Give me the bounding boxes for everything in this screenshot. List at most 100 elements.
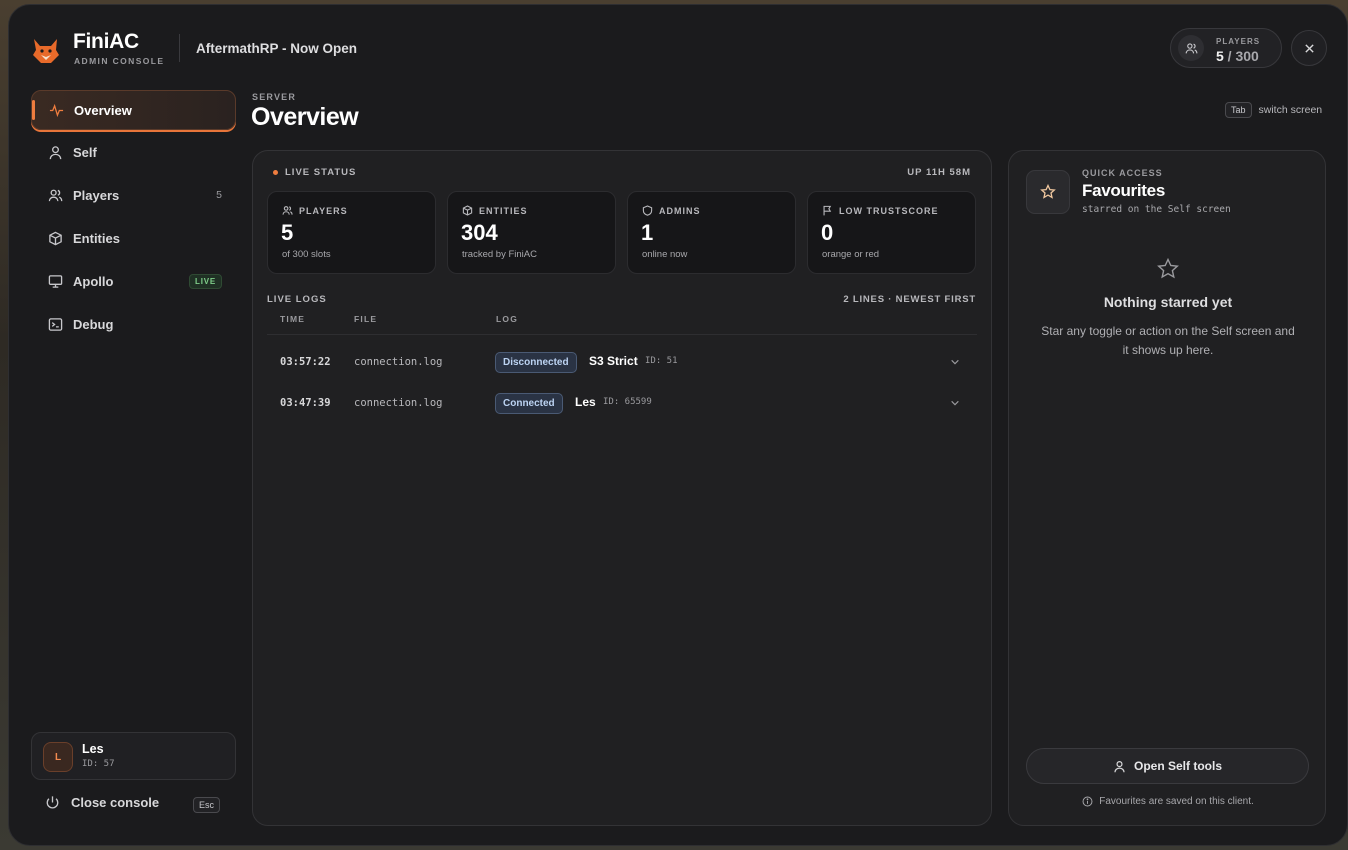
column-header-file: FILE (354, 314, 378, 324)
favourites-eyebrow: QUICK ACCESS (1082, 168, 1163, 178)
log-player-id: ID: 65599 (603, 397, 652, 407)
live-logs-meta: 2 LINES · NEWEST FIRST (843, 294, 976, 305)
favourites-panel: QUICK ACCESS Favourites starred on the S… (1008, 150, 1326, 826)
stat-value: 0 (821, 220, 834, 245)
log-player-name: Les (575, 395, 596, 409)
chevron-down-icon[interactable] (949, 356, 961, 368)
current-user-card: L Les ID: 57 (31, 732, 236, 780)
tab-key: Tab (1225, 102, 1252, 118)
players-count-pill: PLAYERS 5 / 300 (1170, 28, 1282, 68)
open-self-tools-label: Open Self tools (1133, 759, 1222, 773)
log-file: connection.log (354, 356, 443, 368)
esc-key-hint: Esc (193, 797, 221, 813)
logs-table-header: TIME FILE LOG (267, 311, 977, 335)
pulse-icon (48, 102, 64, 118)
log-player-name: S3 Strict (589, 354, 638, 368)
stat-subtext: online now (642, 249, 688, 260)
favourites-footer: Favourites are saved on this client. (1009, 796, 1327, 807)
players-max: / 300 (1223, 48, 1259, 64)
stat-value: 5 (281, 220, 294, 245)
star-icon (1026, 170, 1070, 214)
user-icon (47, 144, 63, 160)
sidebar-item-label: Players (73, 187, 120, 203)
info-icon (1082, 796, 1093, 807)
fox-logo-icon (33, 39, 59, 63)
sidebar-item-entities[interactable]: Entities (31, 218, 236, 258)
live-status-header: LIVE STATUS (273, 167, 356, 178)
log-status-badge: Connected (495, 393, 563, 414)
shield-icon (642, 205, 653, 216)
chevron-down-icon[interactable] (949, 397, 961, 409)
sidebar-item-label: Entities (73, 230, 120, 246)
stat-card-admins: ADMINS 1 online now (627, 191, 796, 274)
user-icon (1114, 760, 1125, 772)
log-status-badge: Disconnected (495, 352, 577, 373)
players-count-badge: 5 (216, 189, 222, 201)
sidebar-item-overview[interactable]: Overview (31, 90, 236, 130)
stat-subtext: of 300 slots (282, 249, 331, 260)
players-pill-value: 5 / 300 (1216, 48, 1259, 64)
empty-star-icon (1157, 257, 1179, 279)
section-eyebrow: SERVER (252, 92, 297, 102)
stat-value: 1 (641, 220, 654, 245)
sidebar-item-label: Self (73, 144, 97, 160)
stat-label: ENTITIES (479, 205, 528, 216)
stat-subtext: orange or red (822, 249, 880, 260)
favourites-title: Favourites (1082, 181, 1165, 200)
avatar: L (43, 742, 73, 772)
page-title: Overview (251, 103, 359, 131)
stat-card-low-trustscore: LOW TRUSTSCORE 0 orange or red (807, 191, 976, 274)
stat-value: 304 (461, 220, 498, 245)
close-button[interactable] (1291, 30, 1327, 66)
table-row[interactable]: 03:47:39 connection.log Connected Les ID… (267, 385, 977, 423)
live-dot-icon (273, 170, 278, 175)
power-icon (46, 796, 59, 809)
close-icon (1304, 43, 1314, 53)
flag-icon (822, 205, 833, 216)
user-id: ID: 57 (82, 759, 115, 769)
live-status-label: LIVE STATUS (285, 167, 357, 178)
log-file: connection.log (354, 397, 443, 409)
live-badge: LIVE (189, 273, 222, 289)
favourites-footer-text: Favourites are saved on this client. (1099, 796, 1254, 807)
stat-card-entities: ENTITIES 304 tracked by FiniAC (447, 191, 616, 274)
stat-label: PLAYERS (299, 205, 348, 216)
favourites-subtitle: starred on the Self screen (1082, 204, 1231, 215)
empty-state-title: Nothing starred yet (1103, 294, 1233, 310)
live-logs-title: LIVE LOGS (267, 294, 327, 305)
sidebar-item-label: Apollo (73, 273, 114, 289)
players-current: 5 (1216, 48, 1224, 64)
players-pill-label: PLAYERS (1216, 37, 1261, 46)
column-header-time: TIME (280, 314, 306, 324)
user-name: Les (82, 742, 104, 756)
sidebar-item-apollo[interactable]: Apollo LIVE (31, 261, 236, 301)
brand-subtitle: ADMIN CONSOLE (74, 56, 165, 66)
stat-card-players: PLAYERS 5 of 300 slots (267, 191, 436, 274)
stat-label: LOW TRUSTSCORE (839, 205, 939, 216)
sidebar-item-debug[interactable]: Debug (31, 304, 236, 344)
brand-name: FiniAC (73, 30, 139, 53)
cube-icon (47, 230, 63, 246)
cube-icon (462, 205, 473, 216)
open-self-tools-button[interactable]: Open Self tools (1026, 748, 1309, 784)
close-console-button[interactable]: Close console (45, 795, 159, 810)
sidebar-item-label: Overview (74, 102, 132, 118)
stat-subtext: tracked by FiniAC (462, 249, 537, 260)
sidebar-item-self[interactable]: Self (31, 132, 236, 172)
users-icon (282, 205, 293, 216)
column-header-log: LOG (496, 314, 519, 324)
log-time: 03:47:39 (280, 397, 331, 409)
close-console-label: Close console (71, 795, 160, 810)
sidebar-item-players[interactable]: Players 5 (31, 175, 236, 215)
tab-hint-label: switch screen (1258, 104, 1323, 116)
stat-label: ADMINS (659, 205, 701, 216)
log-time: 03:57:22 (280, 356, 331, 368)
sidebar-item-label: Debug (73, 316, 114, 332)
server-name: AftermathRP - Now Open (196, 41, 358, 56)
uptime: UP 11H 58M (907, 167, 971, 178)
header-divider (179, 34, 180, 62)
table-row[interactable]: 03:57:22 connection.log Disconnected S3 … (267, 344, 977, 382)
users-icon (1178, 35, 1204, 61)
tab-switch-hint: Tab switch screen (1225, 102, 1322, 118)
monitor-icon (47, 273, 63, 289)
